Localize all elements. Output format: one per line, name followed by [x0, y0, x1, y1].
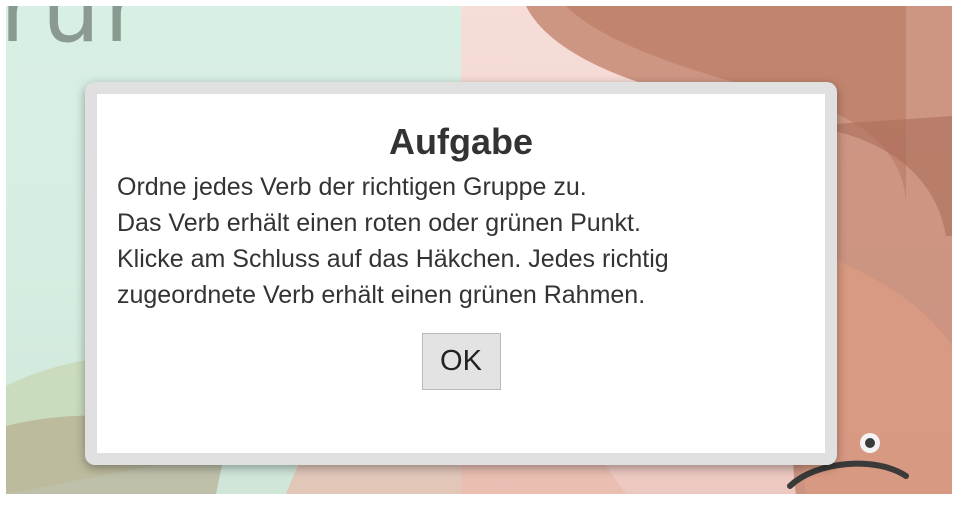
task-dialog: Aufgabe Ordne jedes Verb der richtigen G…: [85, 82, 837, 465]
ok-button[interactable]: OK: [421, 333, 501, 390]
instruction-line: Das Verb erhält einen roten oder grünen …: [117, 209, 641, 237]
instruction-line: zugeordnete Verb erhält einen grünen Rah…: [117, 281, 646, 309]
instruction-line: Ordne jedes Verb der richtigen Gruppe zu…: [117, 173, 587, 201]
dialog-instructions: Ordne jedes Verb der richtigen Gruppe zu…: [97, 169, 825, 313]
screen: rur Aufgabe Ordne jedes Verb der richtig…: [0, 0, 958, 515]
dialog-title: Aufgabe: [389, 121, 533, 162]
instruction-line: Klicke am Schluss auf das Häkchen. Jedes…: [117, 245, 669, 273]
